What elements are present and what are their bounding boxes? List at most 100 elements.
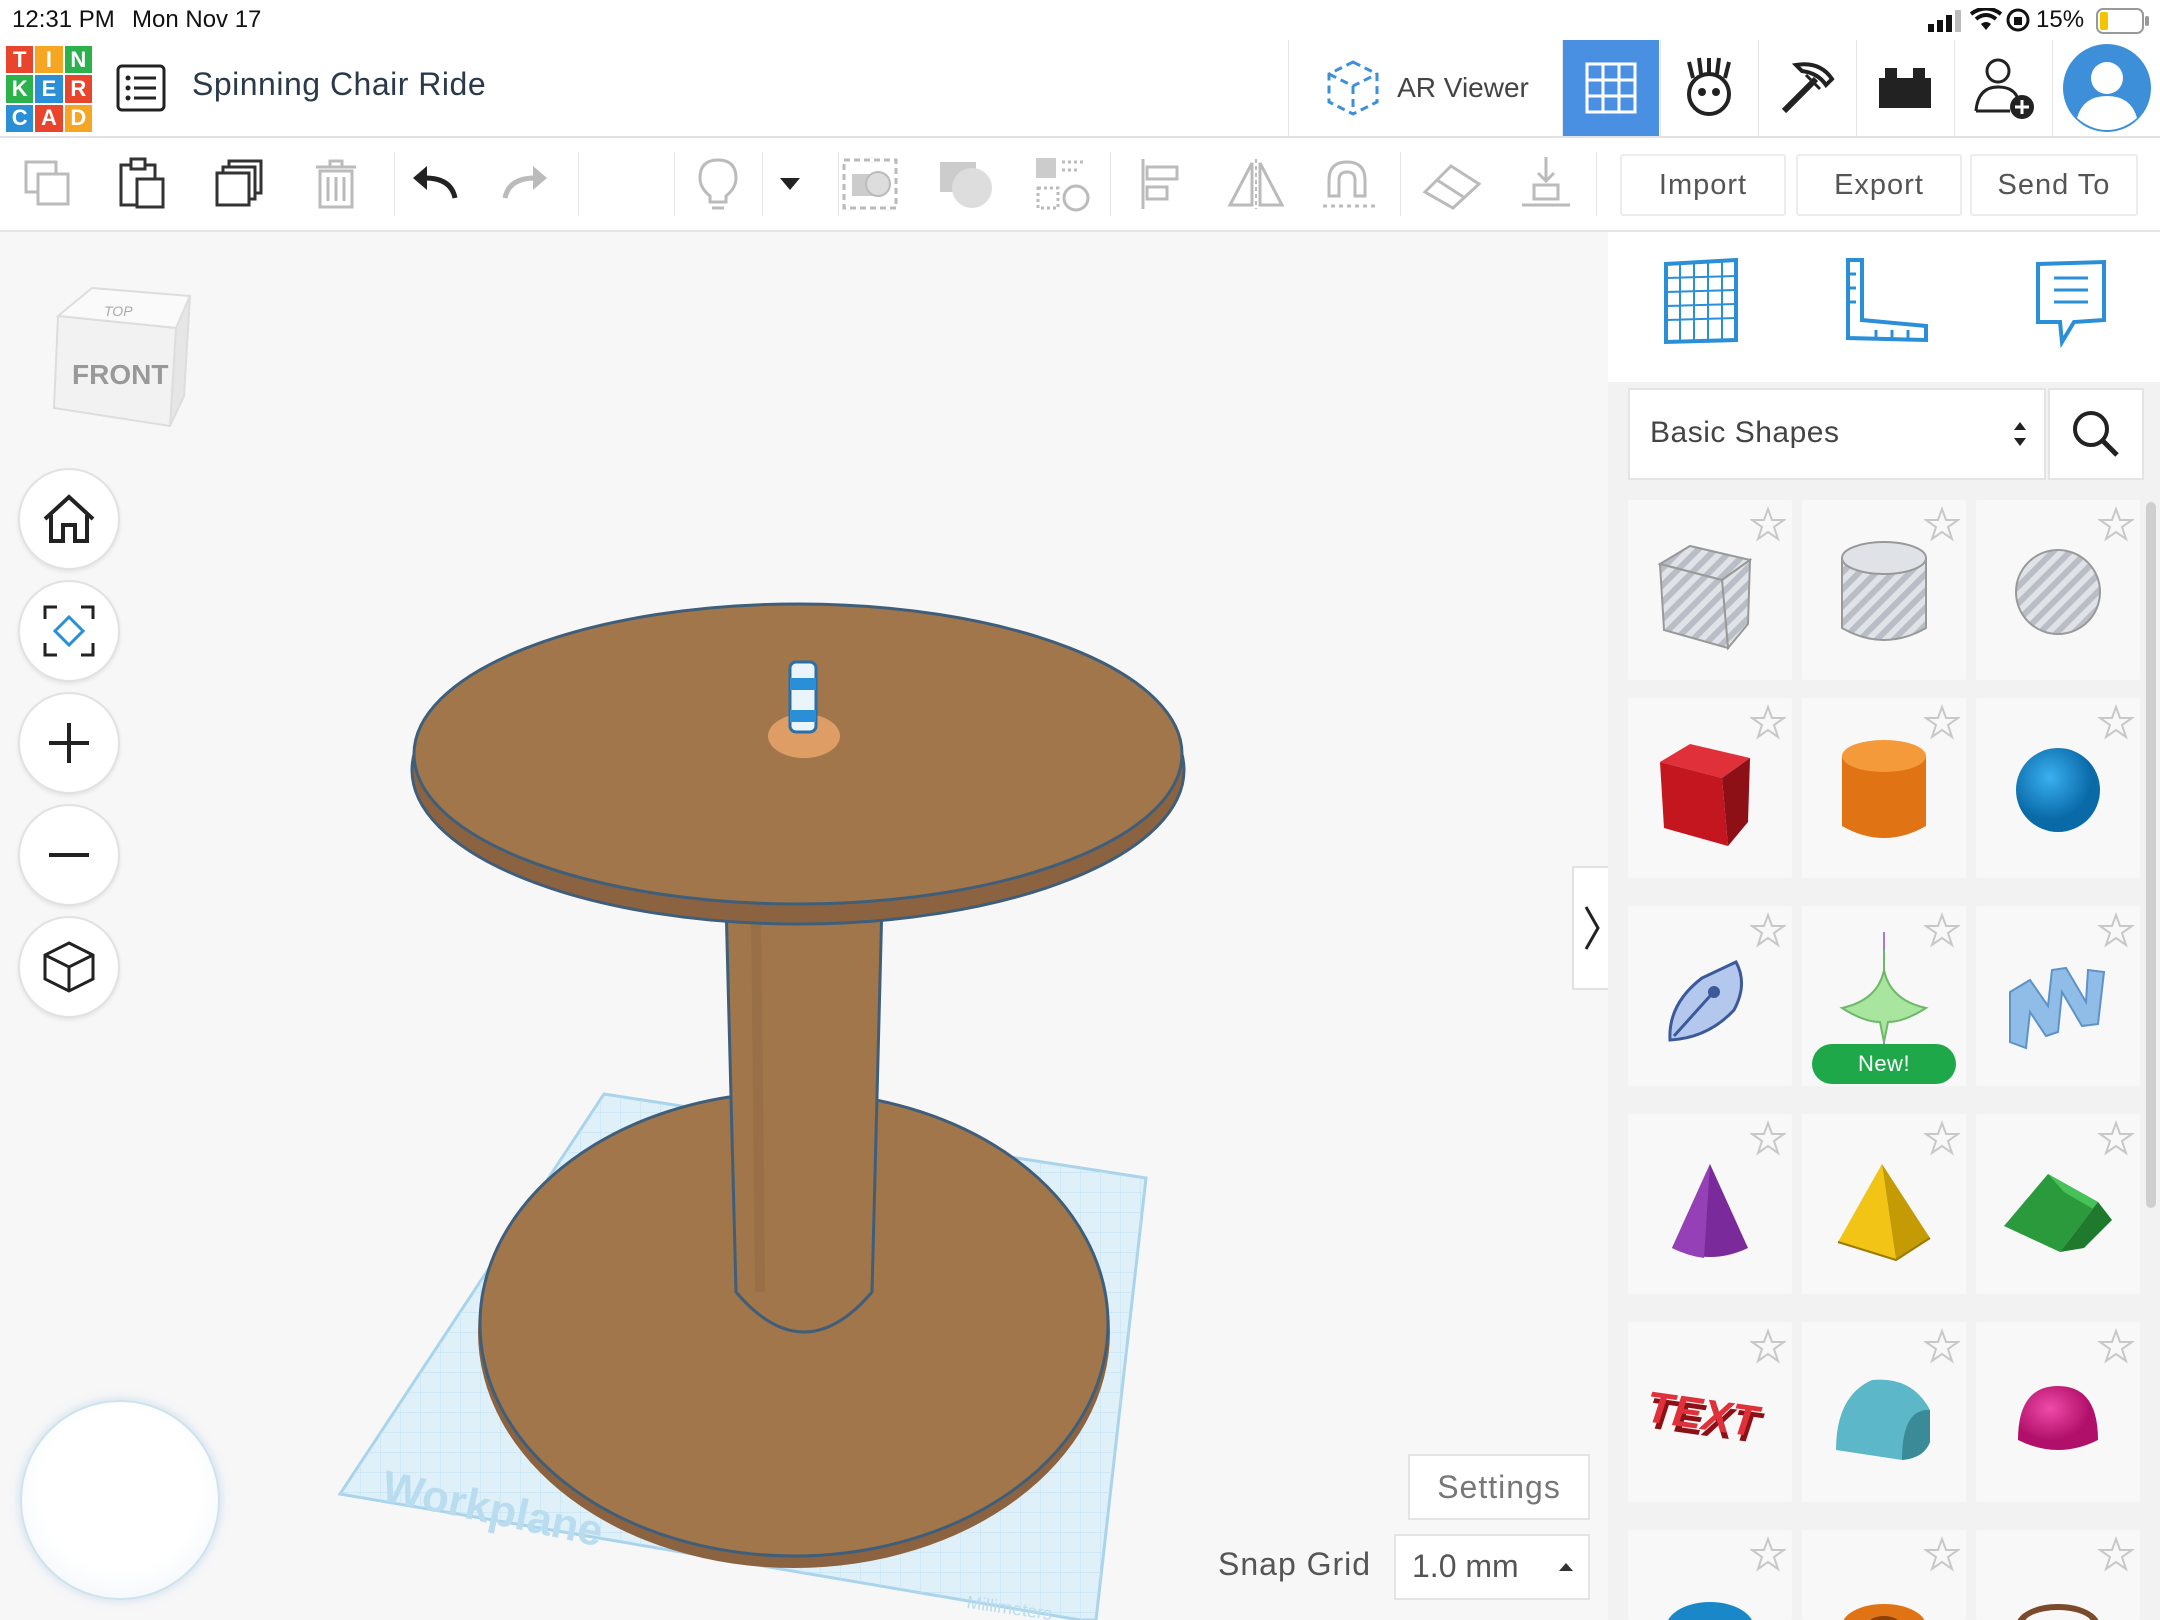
blocks-button[interactable] [1660, 40, 1757, 136]
spinning-top-icon [1839, 932, 1929, 1054]
pickaxe-icon [1781, 62, 1835, 114]
perspective-button[interactable] [18, 916, 120, 1018]
caret-down-icon [780, 178, 800, 190]
shape-text[interactable]: TEXT TEXT [1628, 1322, 1792, 1502]
ungroup-icon [940, 162, 992, 208]
export-button[interactable]: Export [1796, 154, 1962, 216]
3d-design-view-button[interactable] [1562, 40, 1659, 136]
workplane-tool-panel-button[interactable] [1658, 256, 1742, 346]
ar-viewer-button[interactable]: AR Viewer [1288, 40, 1561, 136]
favorite-star-icon[interactable] [2098, 704, 2134, 740]
paraboloid-icon [2018, 1386, 2098, 1450]
settings-button[interactable]: Settings [1408, 1454, 1590, 1520]
notes-button[interactable] [686, 152, 750, 216]
panel-scrollbar[interactable] [2146, 502, 2156, 1208]
zoom-in-button[interactable] [18, 692, 120, 794]
shape-sphere[interactable] [1976, 698, 2140, 878]
shape-tube[interactable] [1802, 1530, 1966, 1620]
chevron-right-icon [1584, 906, 1600, 950]
bricks-button[interactable] [1856, 40, 1953, 136]
project-title[interactable]: Spinning Chair Ride [192, 66, 486, 103]
shape-torus[interactable] [1628, 1530, 1792, 1620]
shape-pyramid[interactable] [1802, 1114, 1966, 1294]
copy-button[interactable] [16, 152, 80, 216]
favorite-star-icon[interactable] [1924, 1120, 1960, 1156]
zoom-out-button[interactable] [18, 804, 120, 906]
pyramid-icon [1837, 1164, 1931, 1262]
redo-button[interactable] [494, 152, 558, 216]
ruler-button[interactable] [1840, 256, 1930, 346]
ungroup-button[interactable] [934, 152, 998, 216]
view-cube-icon: TOP FRONT [52, 286, 192, 428]
shape-cone[interactable] [1628, 1114, 1792, 1294]
import-button[interactable]: Import [1620, 154, 1786, 216]
shape-shape-generator[interactable] [1976, 906, 2140, 1086]
workplane-canvas[interactable]: Workplane Millimeters TOP FRONT Settings… [0, 232, 1610, 1620]
favorite-star-icon[interactable] [1750, 1328, 1786, 1364]
box-hole-icon [1657, 544, 1753, 651]
orbit-joystick[interactable] [20, 1400, 220, 1600]
shape-scribble[interactable] [1628, 906, 1792, 1086]
shape-search-button[interactable] [2048, 388, 2144, 480]
notes-dropdown[interactable] [758, 152, 822, 216]
shape-category-select[interactable]: Basic Shapes [1628, 388, 2046, 480]
workplane-tool-button[interactable] [1420, 152, 1484, 216]
favorite-star-icon[interactable] [1750, 1120, 1786, 1156]
logo-letter: A [35, 104, 63, 132]
shape-box[interactable] [1628, 698, 1792, 878]
view-cube-front-label: FRONT [72, 359, 168, 390]
logo-letter: K [6, 75, 34, 103]
shape-box-hole[interactable] [1628, 500, 1792, 680]
undo-button[interactable] [402, 152, 466, 216]
favorite-star-icon[interactable] [2098, 506, 2134, 542]
favorite-star-icon[interactable] [1924, 1328, 1960, 1364]
shape-roof[interactable] [1976, 1114, 2140, 1294]
minecraft-export-button[interactable] [1758, 40, 1855, 136]
cruise-button[interactable] [1318, 152, 1382, 216]
shape-cylinder-hole[interactable] [1802, 500, 1966, 680]
mirror-button[interactable] [1224, 152, 1288, 216]
hole-solid-icon [1036, 158, 1090, 212]
ring-icon [2017, 1604, 2099, 1620]
favorite-star-icon[interactable] [2098, 1120, 2134, 1156]
send-to-button[interactable]: Send To [1970, 154, 2138, 216]
home-view-button[interactable] [18, 468, 120, 570]
shape-ring[interactable] [1976, 1530, 2140, 1620]
hole-solid-button[interactable] [1030, 152, 1094, 216]
view-cube[interactable]: TOP FRONT [44, 280, 204, 440]
duplicate-button[interactable] [208, 152, 272, 216]
scene-3d[interactable]: Workplane Millimeters [0, 232, 1608, 1620]
shape-half-cylinder[interactable] [1802, 1322, 1966, 1502]
tinkercad-logo[interactable]: T I N K E R C A D [6, 46, 92, 132]
ruler-icon [1846, 258, 1928, 343]
group-button[interactable] [838, 152, 902, 216]
favorite-star-icon[interactable] [2098, 912, 2134, 948]
fit-view-icon [43, 605, 95, 657]
add-collaborator-button[interactable] [1954, 40, 2051, 136]
user-account-button[interactable] [2052, 40, 2160, 136]
shape-cylinder[interactable] [1802, 698, 1966, 878]
delete-button[interactable] [304, 152, 368, 216]
speech-note-icon [2036, 259, 2106, 349]
shape-paraboloid[interactable] [1976, 1322, 2140, 1502]
shape-sphere-hole[interactable] [1976, 500, 2140, 680]
favorite-star-icon[interactable] [2098, 1328, 2134, 1364]
blocks-character-icon [1687, 57, 1731, 116]
center-pole[interactable] [724, 900, 884, 1334]
drop-button[interactable] [1514, 152, 1578, 216]
list-icon [116, 64, 166, 112]
logo-letter: D [64, 104, 92, 132]
design-list-button[interactable] [116, 64, 166, 112]
fit-view-button[interactable] [18, 580, 120, 682]
favorite-star-icon[interactable] [1750, 1536, 1786, 1572]
favorite-star-icon[interactable] [1924, 1536, 1960, 1572]
panel-collapse-button[interactable] [1572, 866, 1610, 990]
snap-grid-select[interactable]: 1.0 mm [1394, 1534, 1590, 1600]
notes-panel-button[interactable] [2032, 258, 2112, 349]
logo-letter: T [6, 46, 34, 74]
favorite-star-icon[interactable] [1750, 912, 1786, 948]
favorite-star-icon[interactable] [2098, 1536, 2134, 1572]
paste-button[interactable] [110, 152, 174, 216]
align-button[interactable] [1130, 152, 1194, 216]
shape-spinning-top[interactable]: New! [1802, 906, 1966, 1086]
